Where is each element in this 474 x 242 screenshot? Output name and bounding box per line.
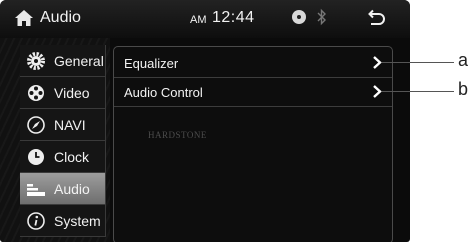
chevron-right-icon xyxy=(373,85,382,98)
sidebar-item-label: System xyxy=(54,213,101,229)
sidebar-item-system[interactable]: System xyxy=(20,205,106,237)
callout-label-a: a xyxy=(458,50,469,70)
disc-icon xyxy=(292,10,306,24)
audio-control-row[interactable]: Audio Control xyxy=(114,78,392,107)
sidebar-item-label: Clock xyxy=(54,149,90,165)
clock-time: 12:44 xyxy=(212,9,255,26)
callout-line-b xyxy=(382,91,454,92)
home-icon[interactable] xyxy=(14,9,34,27)
callout-line-a xyxy=(382,62,454,63)
sidebar-item-label: Video xyxy=(54,85,90,101)
film-reel-icon xyxy=(28,85,44,101)
callout-label-b: b xyxy=(458,79,469,99)
settings-panel: Equalizer Audio Control HARDSTONE xyxy=(113,46,393,242)
clock-ampm: AM xyxy=(190,14,207,26)
sidebar-item-clock[interactable]: Clock xyxy=(20,141,106,173)
sidebar-item-label: General xyxy=(54,53,104,69)
clock-icon xyxy=(28,149,44,165)
equalizer-row[interactable]: Equalizer xyxy=(114,49,392,78)
sidebar-item-navi[interactable]: NAVI xyxy=(20,109,106,141)
audio-control-label: Audio Control xyxy=(124,85,203,100)
page-title: Audio xyxy=(40,9,81,26)
bluetooth-icon xyxy=(317,8,326,26)
equalizer-label: Equalizer xyxy=(124,56,179,71)
gear-icon xyxy=(27,52,45,70)
sidebar-item-audio[interactable]: Audio xyxy=(20,173,106,205)
sidebar: General Video NAVI Clock Audio System xyxy=(0,38,110,242)
compass-icon xyxy=(27,116,45,134)
sidebar-item-label: NAVI xyxy=(54,117,86,133)
status-bar: Audio AM 12:44 xyxy=(0,0,410,38)
info-icon xyxy=(27,212,45,230)
chevron-right-icon xyxy=(373,56,382,69)
watermark: HARDSTONE xyxy=(148,130,207,140)
sidebar-item-label: Audio xyxy=(54,181,90,197)
head-unit-screen: Audio AM 12:44 General Video NAVI Clock … xyxy=(0,0,410,242)
back-icon[interactable] xyxy=(366,8,386,28)
equalizer-bars-icon xyxy=(27,184,45,196)
sidebar-item-general[interactable]: General xyxy=(20,45,106,77)
sidebar-item-video[interactable]: Video xyxy=(20,77,106,109)
